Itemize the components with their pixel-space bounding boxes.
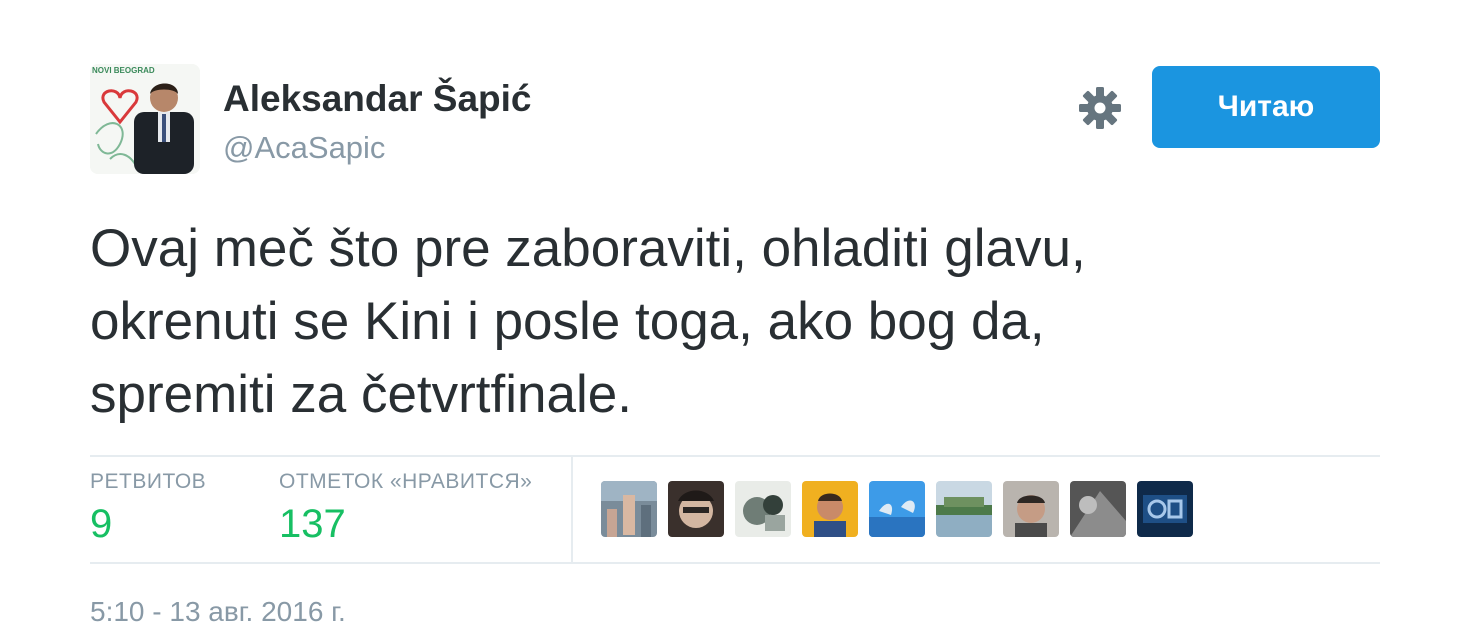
author-avatar[interactable]: NOVI BEOGRAD	[90, 64, 200, 174]
retweets-count: 9	[90, 502, 113, 546]
likes-stat[interactable]: ОТМЕТОК «НРАВИТСЯ» 137	[279, 470, 532, 547]
tweet-text-line: okrenuti se Kini i posle toga, ako bog d…	[90, 292, 1045, 351]
liker-avatar[interactable]	[869, 481, 925, 537]
liker-avatar[interactable]	[936, 481, 992, 537]
liker-avatar[interactable]	[1137, 481, 1193, 537]
likers-avatars	[601, 481, 1193, 537]
likes-count: 137	[279, 502, 346, 546]
avatar-image: NOVI BEOGRAD	[90, 64, 200, 174]
liker-avatar[interactable]	[1003, 481, 1059, 537]
likes-label: ОТМЕТОК «НРАВИТСЯ»	[279, 470, 533, 493]
tweet-card: NOVI BEOGRAD Aleksandar Šapić @AcaSapic	[0, 0, 1460, 636]
author-display-name[interactable]: Aleksandar Šapić	[223, 78, 531, 120]
author-handle[interactable]: @AcaSapic	[223, 130, 385, 166]
tweet-text-line: spremiti za četvrtfinale.	[90, 365, 632, 424]
following-button[interactable]: Читаю	[1152, 66, 1380, 148]
liker-avatar[interactable]	[668, 481, 724, 537]
tweet-text-line: Ovaj meč što pre zaboraviti, ohladiti gl…	[90, 219, 1086, 278]
avatar-logo-text: NOVI BEOGRAD	[92, 66, 155, 75]
liker-avatar[interactable]	[802, 481, 858, 537]
liker-avatar[interactable]	[735, 481, 791, 537]
liker-avatar[interactable]	[1070, 481, 1126, 537]
stats-vertical-divider	[571, 457, 573, 562]
liker-avatar[interactable]	[601, 481, 657, 537]
stats-top-divider	[90, 455, 1380, 457]
retweets-stat[interactable]: РЕТВИТОВ 9	[90, 470, 206, 547]
tweet-timestamp[interactable]: 5:10 - 13 авг. 2016 г.	[90, 596, 346, 628]
tweet-text: Ovaj meč što pre zaboraviti, ohladiti gl…	[90, 212, 1380, 431]
retweets-label: РЕТВИТОВ	[90, 470, 207, 493]
stats-bottom-divider	[90, 562, 1380, 564]
gear-icon[interactable]	[1076, 84, 1124, 132]
